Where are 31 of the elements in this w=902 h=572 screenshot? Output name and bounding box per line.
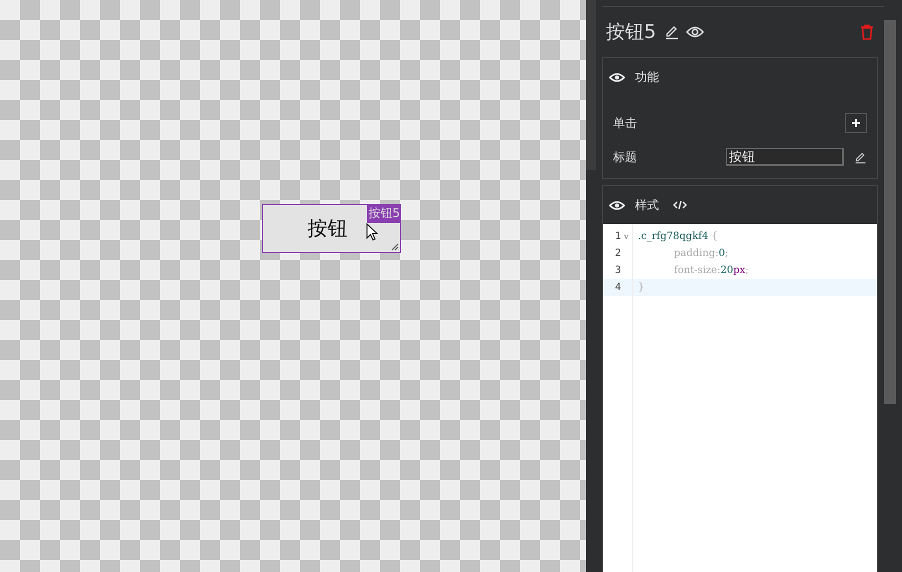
line-number: 1 bbox=[614, 231, 621, 242]
code-line: padding:0; bbox=[673, 248, 728, 259]
eye-icon[interactable] bbox=[609, 72, 625, 82]
add-button[interactable] bbox=[845, 113, 867, 133]
code-line: .c_rfg78qgkf4 { bbox=[637, 231, 718, 242]
fold-marker[interactable]: v bbox=[624, 232, 629, 241]
code-editor[interactable]: 1 v .c_rfg78qgkf4 { 2 padding:0; 3 font-size:20px; 4 } bbox=[603, 224, 877, 572]
section-title: 功能 bbox=[635, 68, 659, 86]
resize-grip-icon[interactable] bbox=[391, 243, 399, 251]
plus-icon bbox=[851, 118, 861, 128]
event-label: 单击 bbox=[613, 114, 637, 132]
pencil-icon[interactable] bbox=[664, 24, 680, 40]
eye-icon[interactable] bbox=[609, 200, 625, 210]
panel-scrollbar[interactable] bbox=[884, 20, 896, 404]
code-icon[interactable] bbox=[673, 200, 687, 210]
eye-icon[interactable] bbox=[686, 25, 704, 39]
line-number: 4 bbox=[614, 282, 621, 293]
delete-icon[interactable] bbox=[860, 24, 874, 40]
canvas-button[interactable]: 按钮 按钮5 bbox=[262, 204, 401, 253]
pencil-icon[interactable] bbox=[854, 150, 867, 164]
cursor-icon bbox=[366, 223, 378, 241]
title-input-field[interactable]: 按钮 bbox=[726, 148, 844, 166]
line-number: 2 bbox=[614, 248, 621, 259]
field-label: 标题 bbox=[613, 148, 637, 166]
line-number: 3 bbox=[614, 265, 621, 276]
component-title: 按钮5 bbox=[606, 20, 656, 45]
code-line: } bbox=[637, 282, 644, 293]
canvas-scrollbar[interactable] bbox=[586, 0, 596, 170]
widget-name-badge: 按钮5 bbox=[367, 204, 401, 223]
code-line: font-size:20px; bbox=[673, 265, 749, 276]
section-title: 样式 bbox=[635, 196, 659, 214]
